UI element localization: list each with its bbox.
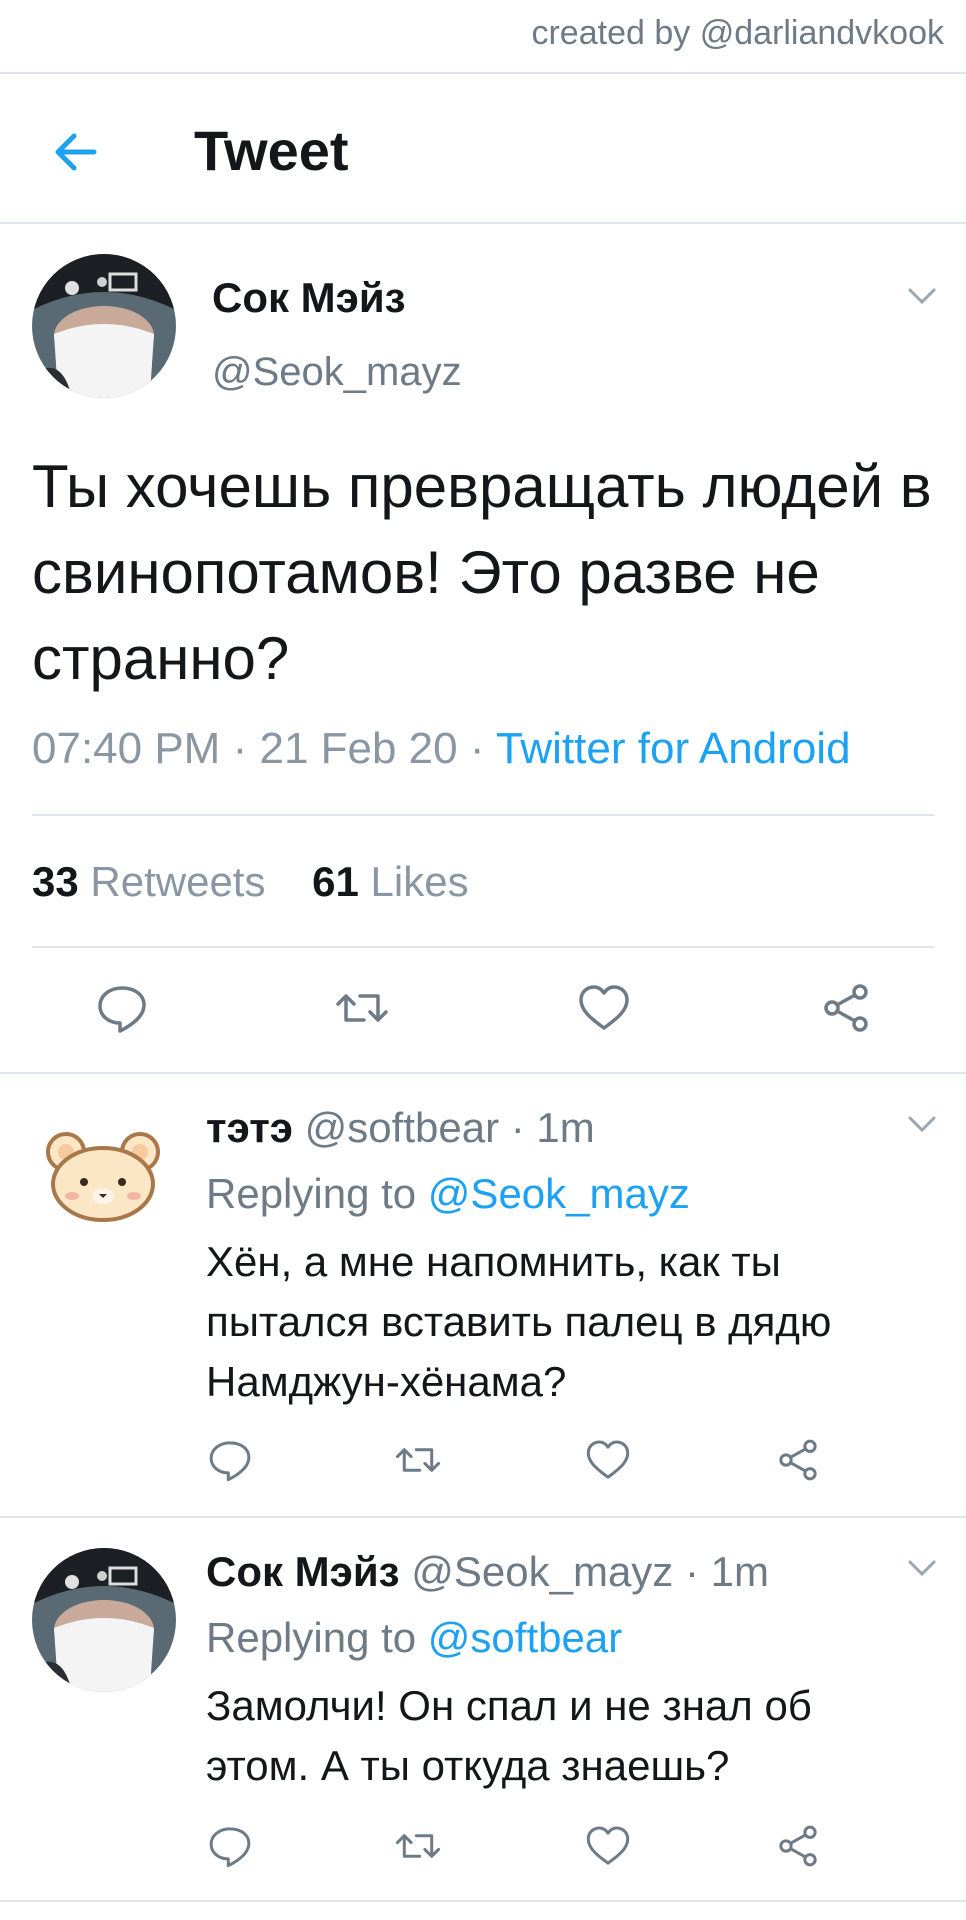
retweets-count: 33 [32,858,79,905]
tweet-date: 21 Feb 20 [259,724,458,773]
reply-header: Сок Мэйз @Seok_mayz · 1m [206,1548,769,1596]
arrow-left-icon [55,133,97,171]
tweet-text: Ты хочешь превращать людей в свинопотамо… [32,453,932,692]
chevron-down-icon [908,1116,936,1133]
page-title: Tweet [194,119,349,182]
replying-prefix: Replying to [206,1170,417,1217]
reply-author-name[interactable]: Сок Мэйз [206,1548,400,1595]
section-divider [0,1072,966,1074]
tweet-stats: 33 Retweets 61 Likes [32,858,469,906]
likes-stat[interactable]: 61 Likes [312,858,468,905]
retweets-label: Retweets [90,858,266,905]
retweet-button[interactable] [334,980,390,1036]
reply-separator: · [510,1104,525,1151]
tweet-time: 07:40 PM [32,724,221,773]
replying-to: Replying to @softbear [206,1614,622,1662]
reply-author-handle[interactable]: @Seok_mayz [411,1548,673,1595]
reply-text: Хён, а мне напомнить, как ты пытался вст… [206,1238,832,1405]
replying-to-link[interactable]: @softbear [428,1614,622,1661]
reply-icon [209,1441,251,1482]
avatar[interactable] [32,254,176,398]
reply-author-handle[interactable]: @softbear [305,1104,499,1151]
tweet-source-link[interactable]: Twitter for Android [496,724,851,773]
reply-time: 1m [710,1548,770,1595]
reply-text: Замолчи! Он спал и не знал об этом. А ты… [206,1682,812,1789]
section-divider [0,1900,966,1902]
reply-header: тэтэ @softbear · 1m [206,1104,595,1152]
like-button[interactable] [576,980,632,1036]
share-button[interactable] [774,1822,822,1870]
tweet-meta: 07:40 PM · 21 Feb 20 · Twitter for Andro… [32,724,851,774]
avatar[interactable] [32,1548,176,1692]
like-button[interactable] [584,1436,632,1484]
section-divider [0,1516,966,1518]
like-icon [579,985,629,1030]
author-handle[interactable]: @Seok_mayz [212,350,462,395]
replying-prefix: Replying to [206,1614,417,1661]
reply-button[interactable] [94,980,150,1036]
share-icon [779,1439,817,1481]
share-button[interactable] [818,980,874,1036]
retweet-button[interactable] [394,1822,442,1870]
reply-author-name[interactable]: тэтэ [206,1104,293,1151]
share-icon [779,1825,817,1867]
header-divider [0,222,966,224]
avatar[interactable] [44,1128,162,1224]
tweet-menu-button[interactable] [902,1104,942,1144]
reply-icon [209,1827,251,1868]
share-icon [824,984,868,1032]
meta-divider [32,814,934,816]
back-button[interactable] [48,124,104,180]
retweet-icon [395,1448,441,1472]
top-divider [0,72,966,74]
retweet-icon [336,994,388,1022]
like-icon [586,1826,630,1865]
tweet-menu-button[interactable] [902,276,942,316]
like-icon [586,1440,630,1479]
tweet-menu-button[interactable] [902,1548,942,1588]
retweets-stat[interactable]: 33 Retweets [32,858,265,905]
reply-separator: · [684,1548,699,1595]
likes-count: 61 [312,858,359,905]
reply-time: 1m [536,1104,595,1151]
stats-divider [32,946,934,948]
retweet-icon [395,1834,441,1858]
replying-to: Replying to @Seok_mayz [206,1170,690,1218]
reply-button[interactable] [206,1822,254,1870]
likes-label: Likes [370,858,469,905]
reply-icon [98,986,146,1033]
like-button[interactable] [584,1822,632,1870]
reply-button[interactable] [206,1436,254,1484]
credit-text: created by @darliandvkook [531,14,944,52]
meta-separator: · [469,724,485,773]
replying-to-link[interactable]: @Seok_mayz [428,1170,690,1217]
share-button[interactable] [774,1436,822,1484]
author-name[interactable]: Сок Мэйз [212,274,406,322]
meta-separator: · [232,724,248,773]
chevron-down-icon [908,1560,936,1577]
retweet-button[interactable] [394,1436,442,1484]
chevron-down-icon [908,288,936,305]
